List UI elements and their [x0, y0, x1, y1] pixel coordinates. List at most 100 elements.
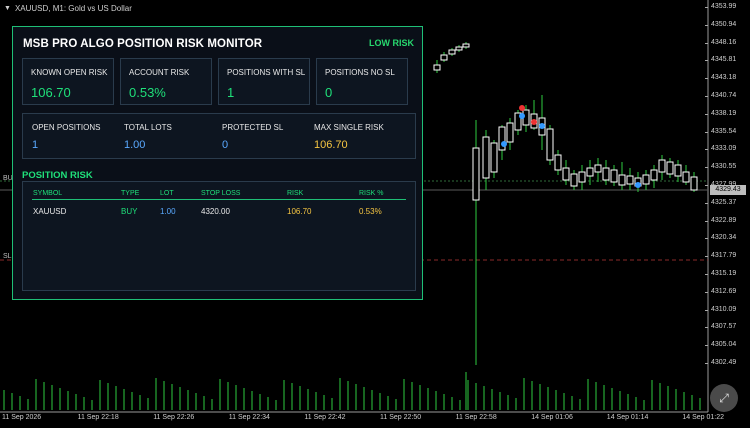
price-tick: 4340.74 — [705, 92, 750, 99]
time-tick: 14 Sep 01:14 — [606, 414, 649, 421]
card-positions-with-sl: POSITIONS WITH SL 1 — [218, 58, 310, 105]
price-tick: 4305.04 — [705, 341, 750, 348]
row-symbol: XAUUSD — [33, 207, 67, 216]
dropdown-triangle-icon[interactable]: ▼ — [4, 5, 11, 12]
row-stop-loss: 4320.00 — [201, 207, 230, 216]
header-divider — [32, 199, 406, 200]
chart-header: ▼ XAUUSD, M1: Gold vs US Dollar — [4, 4, 132, 13]
price-tick: 4302.49 — [705, 359, 750, 366]
candle-body — [462, 43, 470, 48]
price-tick: 4343.18 — [705, 74, 750, 81]
risk-monitor-panel: MSB PRO ALGO POSITION RISK MONITOR LOW R… — [12, 26, 423, 300]
candle-body — [472, 147, 480, 201]
card-value: 0.53% — [129, 85, 166, 100]
candle-body — [602, 167, 610, 181]
price-tick: 4322.89 — [705, 217, 750, 224]
price-tick: 4335.54 — [705, 128, 750, 135]
candle-body — [594, 164, 602, 173]
trade-marker-buy — [635, 182, 641, 188]
candle-body — [642, 174, 650, 185]
time-tick: 11 Sep 22:50 — [380, 414, 422, 421]
candle-body — [682, 171, 690, 183]
symbol-description: XAUUSD, M1: Gold vs US Dollar — [14, 4, 132, 13]
card-value: 1 — [227, 85, 235, 100]
price-tick: 4310.09 — [705, 306, 750, 313]
candle-body — [506, 122, 514, 143]
candle-body — [586, 167, 594, 177]
open-positions-value: 1 — [32, 139, 39, 151]
candle-body — [666, 161, 674, 175]
current-price-tag: 4329.43 — [710, 185, 746, 195]
price-tick: 4333.09 — [705, 145, 750, 152]
candle-body — [448, 49, 456, 55]
trade-marker-buy — [539, 123, 545, 129]
price-axis[interactable]: 4353.99 4350.94 4348.16 4345.81 4343.18 4340.… — [705, 0, 750, 410]
total-lots-value: 1.00 — [124, 139, 146, 151]
protected-sl-label: PROTECTED SL — [222, 123, 284, 132]
candle-body — [562, 167, 570, 181]
card-label: ACCOUNT RISK — [129, 68, 190, 77]
open-positions-label: OPEN POSITIONS — [32, 123, 101, 132]
price-tick: 4345.81 — [705, 56, 750, 63]
candle-body — [650, 169, 658, 181]
time-tick: 11 Sep 22:26 — [153, 414, 195, 421]
max-single-risk-value: 106.70 — [314, 139, 348, 151]
row-risk: 106.70 — [287, 207, 312, 216]
sl-line-label: SL — [3, 253, 12, 260]
price-tick: 4338.19 — [705, 110, 750, 117]
card-known-open-risk: KNOWN OPEN RISK 106.70 — [22, 58, 114, 105]
time-tick: 14 Sep 01:22 — [682, 414, 725, 421]
candle-body — [482, 136, 490, 179]
trade-marker-sell — [519, 105, 525, 111]
col-risk-pct-header: RISK % — [359, 190, 384, 197]
col-type-header: TYPE — [121, 190, 140, 197]
candle-body — [433, 64, 441, 71]
position-risk-heading: POSITION RISK — [22, 170, 93, 181]
time-tick: 11 Sep 22:58 — [455, 414, 497, 421]
col-risk-header: RISK — [287, 190, 304, 197]
col-symbol-header: SYMBOL — [33, 190, 63, 197]
candle-body — [455, 46, 463, 51]
row-lot: 1.00 — [160, 207, 176, 216]
position-risk-table: SYMBOL TYPE LOT STOP LOSS RISK RISK % XA… — [22, 181, 416, 291]
total-lots-label: TOTAL LOTS — [124, 123, 172, 132]
summary-box: OPEN POSITIONS 1 TOTAL LOTS 1.00 PROTECT… — [22, 113, 416, 159]
card-value: 0 — [325, 85, 333, 100]
time-tick: 14 Sep 01:06 — [531, 414, 573, 421]
time-tick: 11 Sep 2026 — [2, 414, 42, 421]
trade-marker-buy — [501, 141, 507, 147]
candle-body — [658, 159, 666, 173]
candle-body — [570, 173, 578, 187]
time-axis[interactable]: 11 Sep 2026 11 Sep 22:18 11 Sep 22:26 11 Se… — [0, 412, 724, 428]
panel-title: MSB PRO ALGO POSITION RISK MONITOR — [23, 38, 263, 50]
col-stop-loss-header: STOP LOSS — [201, 190, 241, 197]
candle-body — [440, 54, 448, 61]
trade-marker-buy — [519, 113, 525, 119]
zoom-icon[interactable]: ⤢ — [710, 384, 738, 412]
price-tick: 4348.16 — [705, 39, 750, 46]
price-tick: 4317.79 — [705, 252, 750, 259]
candle-body — [546, 128, 554, 161]
price-tick: 4315.19 — [705, 270, 750, 277]
price-tick: 4353.99 — [705, 3, 750, 10]
protected-sl-value: 0 — [222, 139, 229, 151]
max-single-risk-label: MAX SINGLE RISK — [314, 123, 384, 132]
card-label: POSITIONS WITH SL — [227, 68, 306, 77]
candle-body — [490, 142, 498, 173]
candle-body — [690, 176, 698, 191]
row-type: BUY — [121, 207, 138, 216]
row-risk-pct: 0.53% — [359, 207, 382, 216]
card-value: 106.70 — [31, 85, 71, 100]
price-tick: 4325.37 — [705, 199, 750, 206]
candle-body — [554, 154, 562, 171]
price-tick: 4312.69 — [705, 288, 750, 295]
trade-marker-sell — [531, 119, 537, 125]
candle-body — [578, 171, 586, 183]
candle-body — [618, 174, 626, 186]
card-positions-no-sl: POSITIONS NO SL 0 — [316, 58, 408, 105]
candle-body — [610, 169, 618, 183]
time-tick: 11 Sep 22:18 — [77, 414, 119, 421]
price-tick: 4320.34 — [705, 234, 750, 241]
card-account-risk: ACCOUNT RISK 0.53% — [120, 58, 212, 105]
col-lot-header: LOT — [160, 190, 174, 197]
